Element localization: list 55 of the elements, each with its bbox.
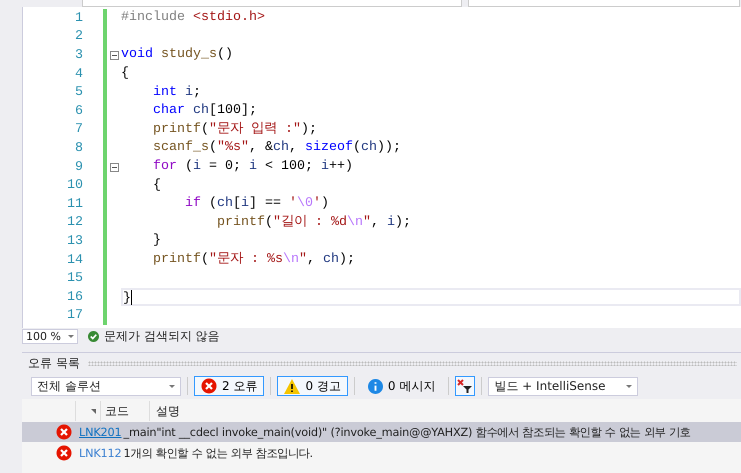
column-header[interactable]: 설명: [150, 401, 180, 421]
line-number: 2: [74, 29, 84, 44]
error-icon: [56, 445, 72, 461]
filter-button[interactable]: 0 메시지: [360, 376, 442, 396]
line-number: 17: [66, 308, 84, 324]
line-number: 3: [74, 48, 84, 63]
code-line: printf("문자 입력 :");: [152, 120, 318, 139]
warning-icon: [284, 378, 300, 394]
code-line: {: [152, 176, 162, 195]
line-number: 12: [66, 215, 84, 230]
filter-button[interactable]: 2 오류: [194, 376, 264, 396]
line-number: 7: [74, 122, 84, 138]
code-line: }: [152, 232, 162, 250]
line-number: 15: [66, 271, 84, 286]
collapse-icon[interactable]: [110, 50, 118, 60]
line-number: 9: [74, 160, 84, 175]
line-number: 5: [74, 85, 84, 100]
error-description: 1개의 확인할 수 없는 외부 참조입니다.: [124, 446, 313, 460]
panel-title: 오류 목록: [28, 354, 80, 372]
error-description: _main"int __cdecl invoke_main(void)" (?invoke_main@@YAHXZ) 함수에서 참조되는 확인할 수 없는 외부 기호: [124, 424, 690, 440]
column-header[interactable]: 코드: [101, 401, 150, 421]
check-icon: [88, 331, 99, 342]
line-number: 1: [74, 10, 84, 26]
error-code-link[interactable]: LNK112: [79, 446, 122, 460]
code-line: printf("문자 : %s\n", ch);: [152, 251, 356, 270]
line-number: 6: [74, 104, 84, 119]
code-line: void study_s(): [121, 46, 234, 64]
filter-button[interactable]: 0 경고: [277, 376, 348, 396]
code-line: char ch[100];: [152, 102, 258, 120]
code-line: {: [121, 65, 130, 84]
line-number: 13: [66, 234, 84, 249]
code-line: printf("길이 : %d\n", i);: [216, 214, 412, 232]
code-line: if (ch[i] == '\0'): [184, 195, 330, 214]
code-line: #include <stdio.h>: [121, 9, 266, 28]
zoom-dropdown[interactable]: 100 %: [22, 329, 78, 344]
status-message: 문제가 검색되지 않음: [104, 328, 220, 345]
filter-icon: [457, 379, 474, 393]
line-number: 8: [74, 140, 84, 156]
line-number: 16: [66, 290, 84, 305]
sort-icon: [91, 408, 96, 414]
line-number: 10: [66, 178, 84, 194]
code-line: int i;: [152, 84, 202, 102]
clear-filter-button[interactable]: [455, 376, 476, 396]
code-line: scanf_s("%s", &ch, sizeof(ch));: [152, 139, 402, 158]
line-number: 4: [74, 66, 84, 82]
line-number: 11: [66, 196, 84, 212]
collapse-icon[interactable]: [110, 162, 118, 172]
code-line: for (i = 0; i < 100; i++): [152, 158, 354, 176]
error-row[interactable]: LNK201 _main"int __cdecl invoke_main(void)" (?invoke_main@@YAHXZ) 함수에서 참조되는 확인할 수 없는 외부 기호: [22, 422, 741, 442]
error-icon: [201, 378, 217, 394]
source-dropdown[interactable]: 빌드 + IntelliSense: [488, 376, 638, 396]
error-icon: [56, 424, 72, 440]
scope-dropdown[interactable]: 전체 솔루션: [31, 376, 181, 396]
info-icon: [368, 378, 383, 394]
line-number: 14: [66, 252, 84, 268]
